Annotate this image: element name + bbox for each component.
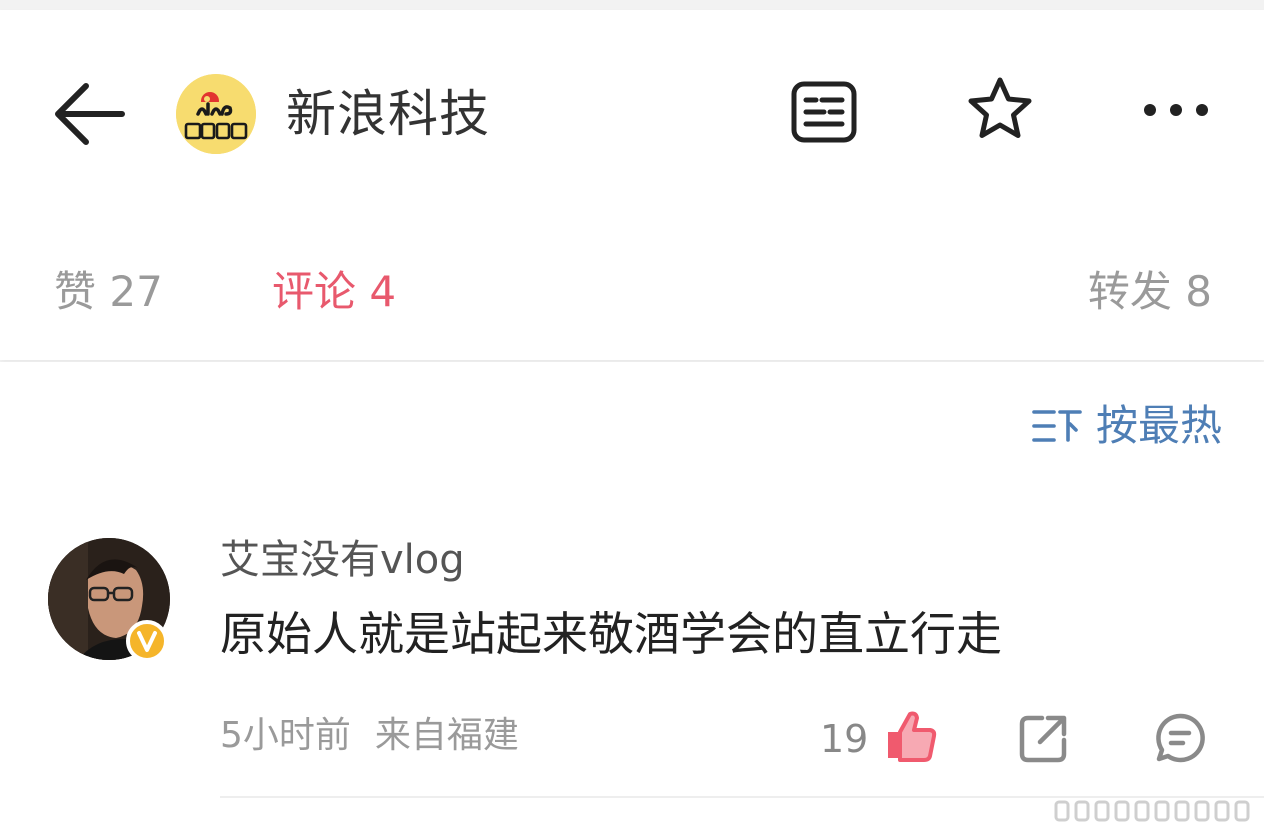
tab-comments[interactable]: 评论 4	[272, 264, 396, 320]
comment-time: 5小时前	[220, 715, 351, 756]
account-title[interactable]: 新浪科技	[286, 84, 490, 144]
back-button[interactable]	[50, 76, 130, 152]
comment-location: 来自福建	[374, 715, 519, 756]
tab-likes[interactable]: 赞 27	[54, 264, 163, 320]
more-icon	[1144, 104, 1208, 116]
sort-label: 按最热	[1095, 401, 1222, 450]
favorite-button[interactable]	[964, 74, 1036, 146]
tab-reposts[interactable]: 转发 8	[1088, 264, 1212, 320]
comments-panel: 按最热 艾宝没有vlog 原始人就是站起来敬酒学会的直立行走 5小时前 来自福建…	[0, 362, 1264, 832]
post-header-card: 新浪科技 赞 27 评论 4 转发 8	[0, 10, 1264, 360]
reader-mode-button[interactable]	[790, 80, 858, 144]
like-button[interactable]	[884, 708, 938, 762]
thumbs-up-icon	[888, 711, 937, 762]
sort-icon	[1032, 410, 1082, 442]
comment-username[interactable]: 艾宝没有vlog	[220, 534, 465, 586]
share-icon	[1019, 715, 1067, 763]
account-avatar[interactable]	[176, 74, 256, 154]
more-button[interactable]	[1140, 90, 1212, 130]
verified-badge-icon	[126, 620, 168, 662]
share-button[interactable]	[1018, 712, 1070, 764]
status-bar-strip	[0, 0, 1264, 10]
star-icon	[968, 77, 1032, 138]
watermark-graphic	[1052, 798, 1252, 824]
sina-logo	[176, 74, 256, 154]
reply-button[interactable]	[1154, 712, 1206, 764]
comment-meta: 5小时前 来自福建	[220, 712, 519, 760]
comment-bubble-icon	[1156, 713, 1205, 763]
arrow-left-icon	[55, 83, 125, 145]
comment-text: 原始人就是站起来敬酒学会的直立行走	[220, 607, 1002, 661]
sort-toggle[interactable]: 按最热	[1030, 398, 1222, 454]
reader-mode-icon	[791, 81, 857, 143]
comment-item: 艾宝没有vlog 原始人就是站起来敬酒学会的直立行走 5小时前 来自福建 19	[0, 522, 1264, 822]
comment-like-count: 19	[820, 717, 869, 761]
